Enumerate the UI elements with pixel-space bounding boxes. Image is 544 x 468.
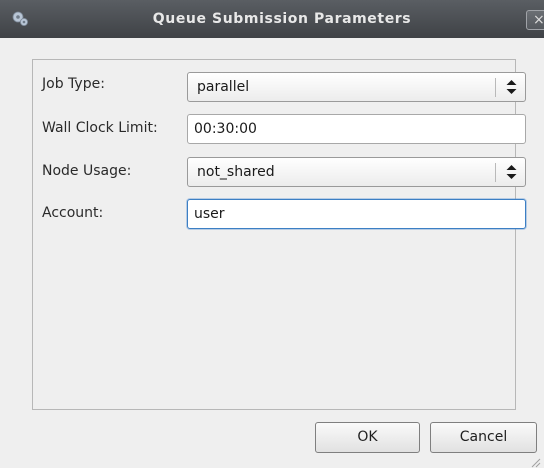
- combo-separator: [495, 78, 496, 97]
- gear-icon: [10, 9, 30, 29]
- account-input[interactable]: [187, 199, 526, 229]
- resize-grip-icon[interactable]: [529, 453, 541, 468]
- combo-separator: [495, 163, 496, 182]
- title-bar[interactable]: Queue Submission Parameters ×: [0, 0, 544, 38]
- updown-arrow-icon: [497, 73, 526, 101]
- node-usage-label: Node Usage:: [42, 163, 132, 179]
- form-panel: [32, 59, 516, 410]
- close-icon: ×: [533, 12, 544, 28]
- node-usage-value: not_shared: [197, 164, 275, 180]
- window-title: Queue Submission Parameters: [152, 11, 412, 27]
- cancel-button[interactable]: Cancel: [430, 422, 537, 453]
- close-button[interactable]: ×: [526, 10, 544, 30]
- dialog-window: Queue Submission Parameters × Job Type: …: [0, 0, 544, 468]
- ok-button[interactable]: OK: [315, 422, 420, 453]
- wall-clock-limit-label: Wall Clock Limit:: [42, 120, 158, 136]
- account-label: Account:: [42, 205, 104, 221]
- node-usage-select[interactable]: not_shared: [187, 157, 526, 187]
- job-type-value: parallel: [197, 79, 250, 95]
- job-type-select[interactable]: parallel: [187, 72, 526, 102]
- updown-arrow-icon: [497, 158, 526, 186]
- wall-clock-limit-input[interactable]: [187, 114, 526, 144]
- job-type-label: Job Type:: [42, 76, 105, 92]
